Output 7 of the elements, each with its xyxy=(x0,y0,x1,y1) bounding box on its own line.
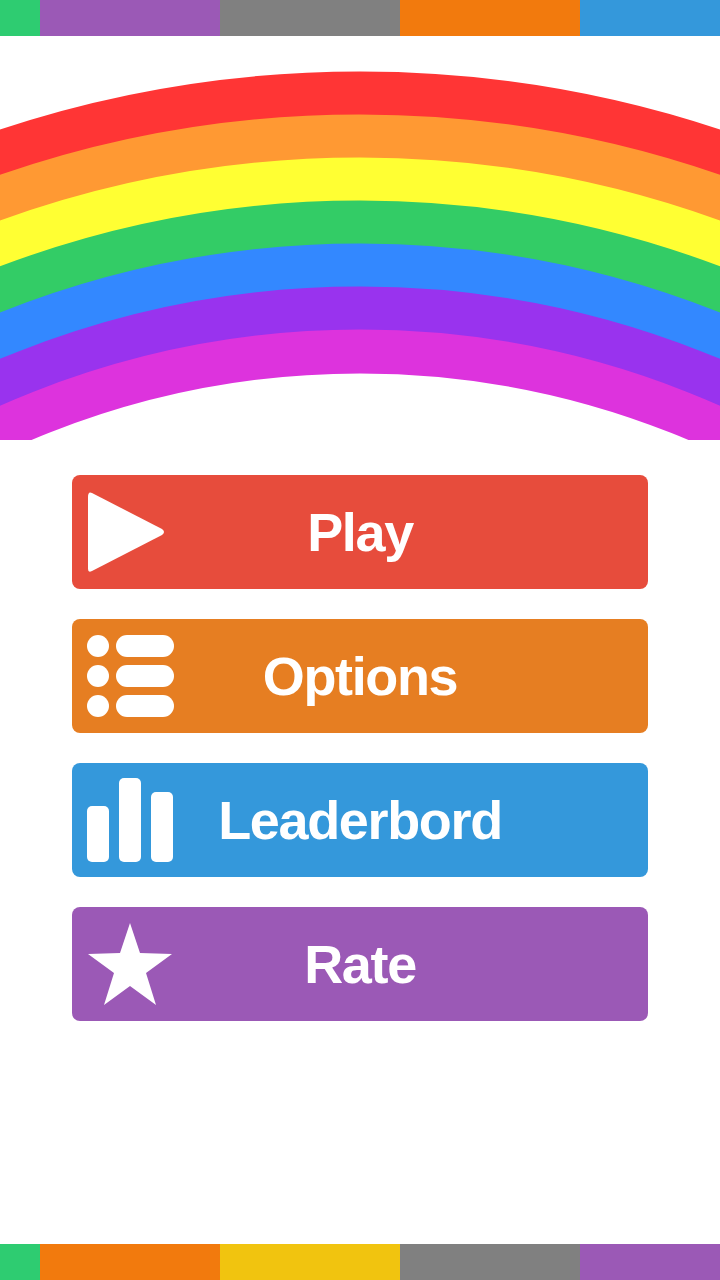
menu-button[interactable]: Rate xyxy=(72,907,648,1021)
list-icon xyxy=(86,632,174,720)
star-icon xyxy=(86,921,174,1007)
menu-button[interactable]: Play xyxy=(72,475,648,589)
menu-button[interactable]: Options xyxy=(72,619,648,733)
bar-chart-icon xyxy=(86,776,174,864)
menu-button[interactable]: Leaderbord xyxy=(72,763,648,877)
